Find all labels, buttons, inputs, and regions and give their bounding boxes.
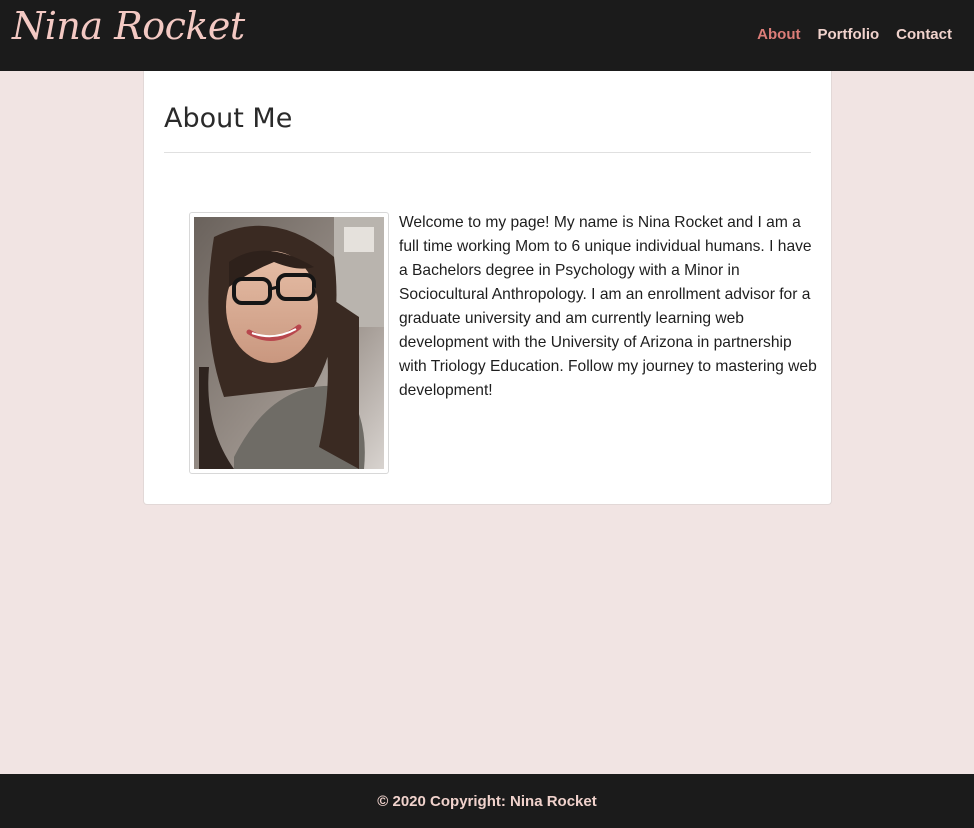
nav-links: About Portfolio Contact <box>757 26 952 43</box>
nav-link-about[interactable]: About <box>757 26 800 43</box>
navbar: Nina Rocket About Portfolio Contact <box>0 0 974 71</box>
profile-photo-image <box>194 217 384 469</box>
brand-logo[interactable]: Nina Rocket <box>12 4 245 48</box>
bio-text: Welcome to my page! My name is Nina Rock… <box>399 214 817 399</box>
page-title: About Me <box>164 103 293 134</box>
copyright-text: © 2020 Copyright: Nina Rocket <box>377 793 597 810</box>
nav-link-portfolio[interactable]: Portfolio <box>818 26 880 43</box>
about-card: About Me Welcome to my page! My name is … <box>143 71 832 505</box>
profile-photo <box>189 212 389 474</box>
footer: © 2020 Copyright: Nina Rocket <box>0 774 974 828</box>
title-divider <box>164 152 811 153</box>
nav-link-contact[interactable]: Contact <box>896 26 952 43</box>
